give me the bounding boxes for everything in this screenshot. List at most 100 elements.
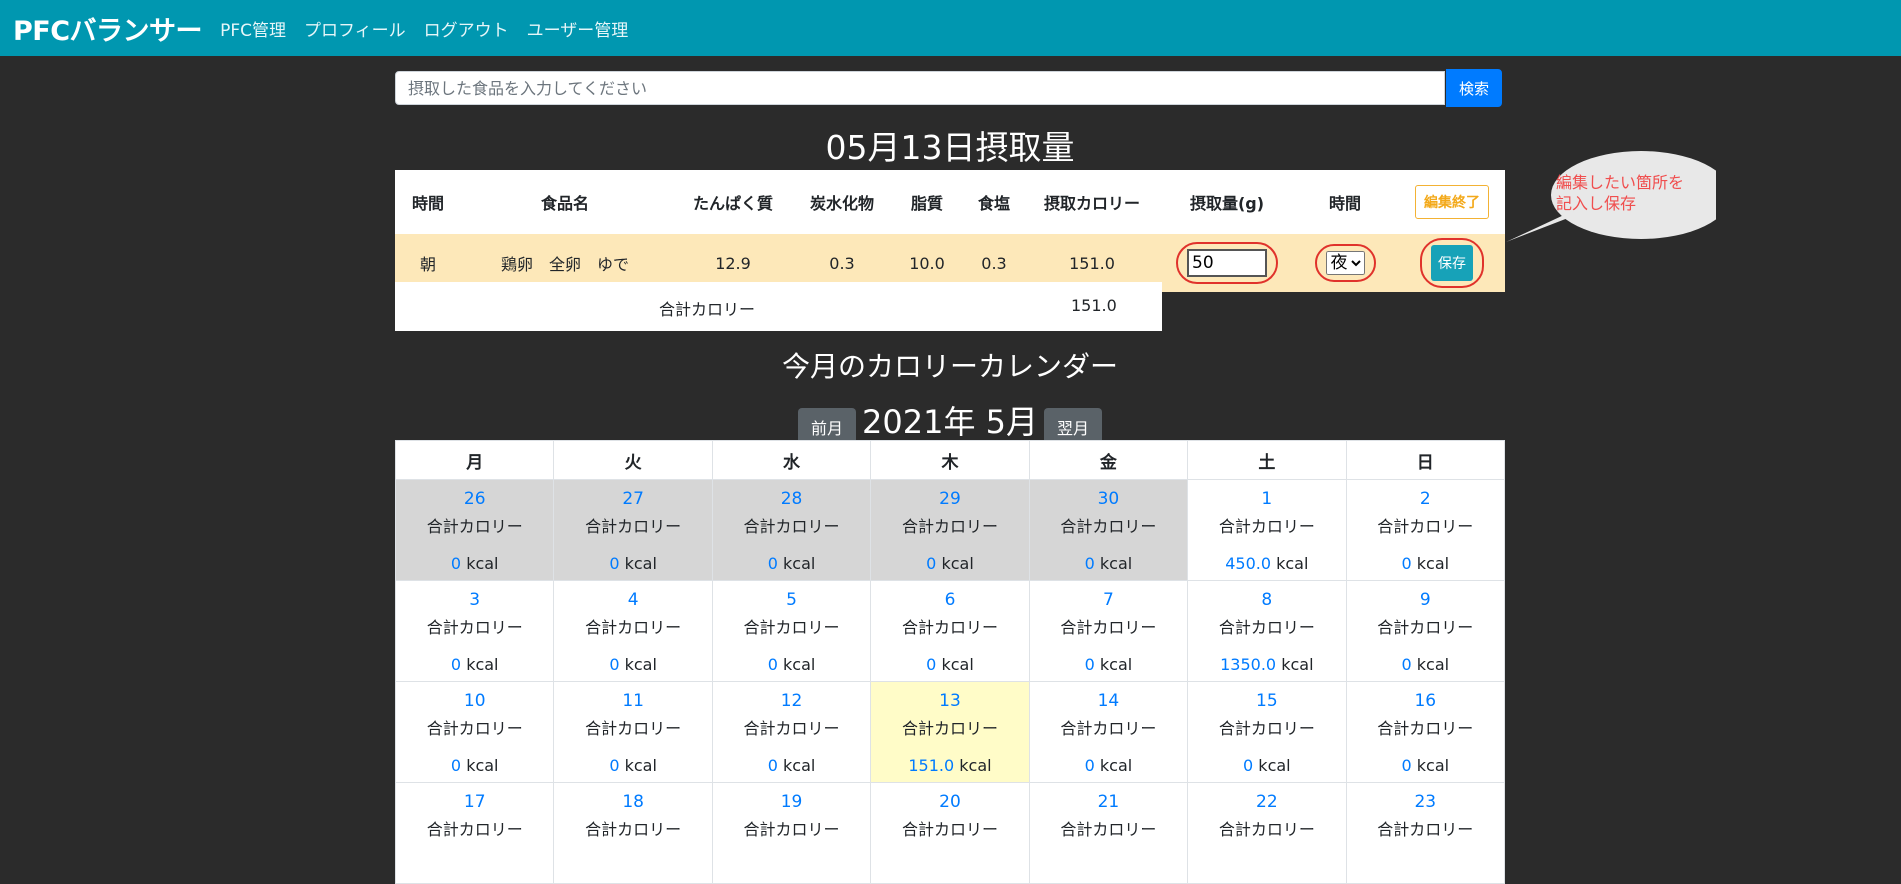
day-number-link[interactable]: 27 <box>554 489 711 509</box>
day-calorie-label: 合計カロリー <box>1218 820 1315 839</box>
day-kcal: 0 kcal <box>1347 554 1504 573</box>
day-kcal-unit: kcal <box>624 756 657 775</box>
calendar-day-cell[interactable]: 22 合計カロリー <box>1187 782 1347 884</box>
edit-done-button[interactable]: 編集終了 <box>1415 185 1489 219</box>
calendar-day-cell[interactable]: 1 合計カロリー 450.0 kcal <box>1187 479 1347 581</box>
day-number-link[interactable]: 1 <box>1188 489 1345 509</box>
day-number-link[interactable]: 5 <box>713 590 870 610</box>
callout-text: 編集したい箇所を 記入し保存 <box>1556 172 1716 214</box>
calendar-day-cell[interactable]: 12 合計カロリー 0 kcal <box>711 681 872 783</box>
day-number-link[interactable]: 3 <box>396 590 553 610</box>
day-number-link[interactable]: 8 <box>1188 590 1345 610</box>
day-calorie-label: 合計カロリー <box>1377 517 1474 536</box>
day-number-link[interactable]: 29 <box>871 489 1028 509</box>
day-number-link[interactable]: 18 <box>554 792 711 812</box>
calendar-day-cell[interactable]: 17 合計カロリー <box>394 782 555 884</box>
calendar-day-cell[interactable]: 11 合計カロリー 0 kcal <box>553 681 713 783</box>
calendar-day-cell[interactable]: 26 合計カロリー 0 kcal <box>394 479 555 581</box>
calendar-day-cell[interactable]: 28 合計カロリー 0 kcal <box>711 479 872 581</box>
day-number-link[interactable]: 21 <box>1030 792 1187 812</box>
calendar-day-cell[interactable]: 6 合計カロリー 0 kcal <box>870 580 1030 682</box>
calendar-day-cell[interactable]: 19 合計カロリー <box>711 782 872 884</box>
day-calorie-label: 合計カロリー <box>426 719 523 738</box>
day-kcal-unit: kcal <box>1281 655 1314 674</box>
header-time: 時間 <box>411 194 444 213</box>
nav-link-profile[interactable]: プロフィール <box>304 16 406 41</box>
weekday-fri: 金 <box>1028 440 1189 480</box>
food-search-input[interactable] <box>395 71 1445 105</box>
day-number-link[interactable]: 20 <box>871 792 1028 812</box>
search-button[interactable]: 検索 <box>1446 69 1502 107</box>
calendar-day-cell[interactable]: 23 合計カロリー <box>1345 782 1506 884</box>
calendar-day-cell[interactable]: 18 合計カロリー <box>553 782 713 884</box>
day-number-link[interactable]: 16 <box>1347 691 1504 711</box>
day-kcal: 0 kcal <box>713 655 870 674</box>
calendar-day-cell[interactable]: 13 合計カロリー 151.0 kcal <box>870 681 1030 783</box>
total-calories-value: 151.0 <box>1071 296 1117 315</box>
day-kcal-unit: kcal <box>1276 554 1309 573</box>
day-number-link[interactable]: 14 <box>1030 691 1187 711</box>
quantity-input[interactable] <box>1187 249 1267 277</box>
calendar-day-cell[interactable]: 27 合計カロリー 0 kcal <box>553 479 713 581</box>
day-calorie-label: 合計カロリー <box>585 719 682 738</box>
day-number-link[interactable]: 23 <box>1347 792 1504 812</box>
day-kcal-unit: kcal <box>1099 756 1133 775</box>
day-number-link[interactable]: 10 <box>396 691 553 711</box>
highlight-ring: 夜 <box>1314 244 1376 282</box>
calendar-day-cell[interactable]: 7 合計カロリー 0 kcal <box>1028 580 1189 682</box>
calendar-day-cell[interactable]: 16 合計カロリー 0 kcal <box>1345 681 1506 783</box>
day-kcal: 0 kcal <box>871 655 1028 674</box>
day-kcal: 0 kcal <box>1030 554 1187 573</box>
day-number-link[interactable]: 22 <box>1188 792 1345 812</box>
calendar-day-cell[interactable]: 14 合計カロリー 0 kcal <box>1028 681 1189 783</box>
day-number-link[interactable]: 13 <box>871 691 1028 711</box>
highlight-ring: 保存 <box>1420 238 1484 288</box>
day-number-link[interactable]: 4 <box>554 590 711 610</box>
day-number-link[interactable]: 30 <box>1030 489 1187 509</box>
calendar-day-cell[interactable]: 29 合計カロリー 0 kcal <box>870 479 1030 581</box>
day-number-link[interactable]: 15 <box>1188 691 1345 711</box>
calendar-day-cell[interactable]: 9 合計カロリー 0 kcal <box>1345 580 1506 682</box>
calendar-day-cell[interactable]: 20 合計カロリー <box>870 782 1030 884</box>
day-kcal-unit: kcal <box>624 655 657 674</box>
calendar-day-cell[interactable]: 10 合計カロリー 0 kcal <box>394 681 555 783</box>
day-kcal-value: 0 <box>1084 655 1095 674</box>
day-number-link[interactable]: 7 <box>1030 590 1187 610</box>
calendar-day-cell[interactable]: 2 合計カロリー 0 kcal <box>1345 479 1506 581</box>
day-calorie-label: 合計カロリー <box>426 517 523 536</box>
day-kcal-value: 0 <box>1084 756 1095 775</box>
nav-link-pfc[interactable]: PFC管理 <box>220 16 286 41</box>
row-time-select-cell: 夜 <box>1291 234 1399 292</box>
day-number-link[interactable]: 6 <box>871 590 1028 610</box>
day-kcal: 0 kcal <box>1188 756 1345 775</box>
day-number-link[interactable]: 19 <box>713 792 870 812</box>
calendar-day-cell[interactable]: 4 合計カロリー 0 kcal <box>553 580 713 682</box>
day-kcal-value: 0 <box>450 655 462 674</box>
day-number-link[interactable]: 12 <box>713 691 870 711</box>
header-protein: たんぱく質 <box>692 194 773 213</box>
calendar-day-cell[interactable]: 8 合計カロリー 1350.0 kcal <box>1187 580 1347 682</box>
calendar-day-cell[interactable]: 5 合計カロリー 0 kcal <box>711 580 872 682</box>
day-number-link[interactable]: 2 <box>1347 489 1504 509</box>
day-number-link[interactable]: 11 <box>554 691 711 711</box>
nav-link-user-admin[interactable]: ユーザー管理 <box>527 16 629 41</box>
calendar-day-cell[interactable]: 15 合計カロリー 0 kcal <box>1187 681 1347 783</box>
calendar-week-row: 10 合計カロリー 0 kcal 11 合計カロリー 0 kcal 12 合計カロリー 0 kc… <box>394 681 1506 783</box>
calendar-day-cell[interactable]: 3 合計カロリー 0 kcal <box>394 580 555 682</box>
nav-link-logout[interactable]: ログアウト <box>424 16 509 41</box>
day-kcal: 0 kcal <box>713 756 870 775</box>
save-button[interactable]: 保存 <box>1431 245 1473 281</box>
brand-logo[interactable]: PFCバランサー <box>13 9 203 48</box>
calendar-day-cell[interactable]: 30 合計カロリー 0 kcal <box>1028 479 1189 581</box>
day-number-link[interactable]: 9 <box>1347 590 1504 610</box>
day-calorie-label: 合計カロリー <box>1060 517 1157 536</box>
day-number-link[interactable]: 28 <box>713 489 870 509</box>
time-select[interactable]: 夜 <box>1325 251 1365 275</box>
annotation-callout: 編集したい箇所を 記入し保存 <box>1506 150 1716 242</box>
day-number-link[interactable]: 17 <box>396 792 553 812</box>
calendar-day-cell[interactable]: 21 合計カロリー <box>1028 782 1189 884</box>
day-kcal: 0 kcal <box>713 554 870 573</box>
header-quantity: 摂取量(g) <box>1189 194 1265 213</box>
day-number-link[interactable]: 26 <box>396 489 553 509</box>
header-carbs: 炭水化物 <box>809 194 874 213</box>
